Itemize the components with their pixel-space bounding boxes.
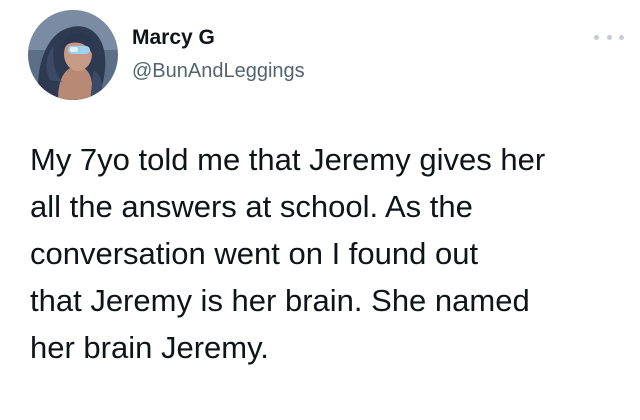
author-handle[interactable]: @BunAndLeggings — [132, 60, 305, 83]
more-dot — [606, 34, 612, 40]
more-dot — [619, 34, 624, 40]
more-dot — [594, 34, 599, 40]
author-display-name[interactable]: Marcy G — [132, 26, 215, 50]
avatar[interactable] — [28, 10, 118, 100]
tweet-text: My 7yo told me that Jeremy gives her all… — [30, 142, 546, 365]
profile-photo-icon — [28, 10, 118, 100]
more-options-icon[interactable] — [594, 28, 624, 46]
tweet-card: Marcy G @BunAndLeggings My 7yo told me t… — [0, 0, 640, 420]
